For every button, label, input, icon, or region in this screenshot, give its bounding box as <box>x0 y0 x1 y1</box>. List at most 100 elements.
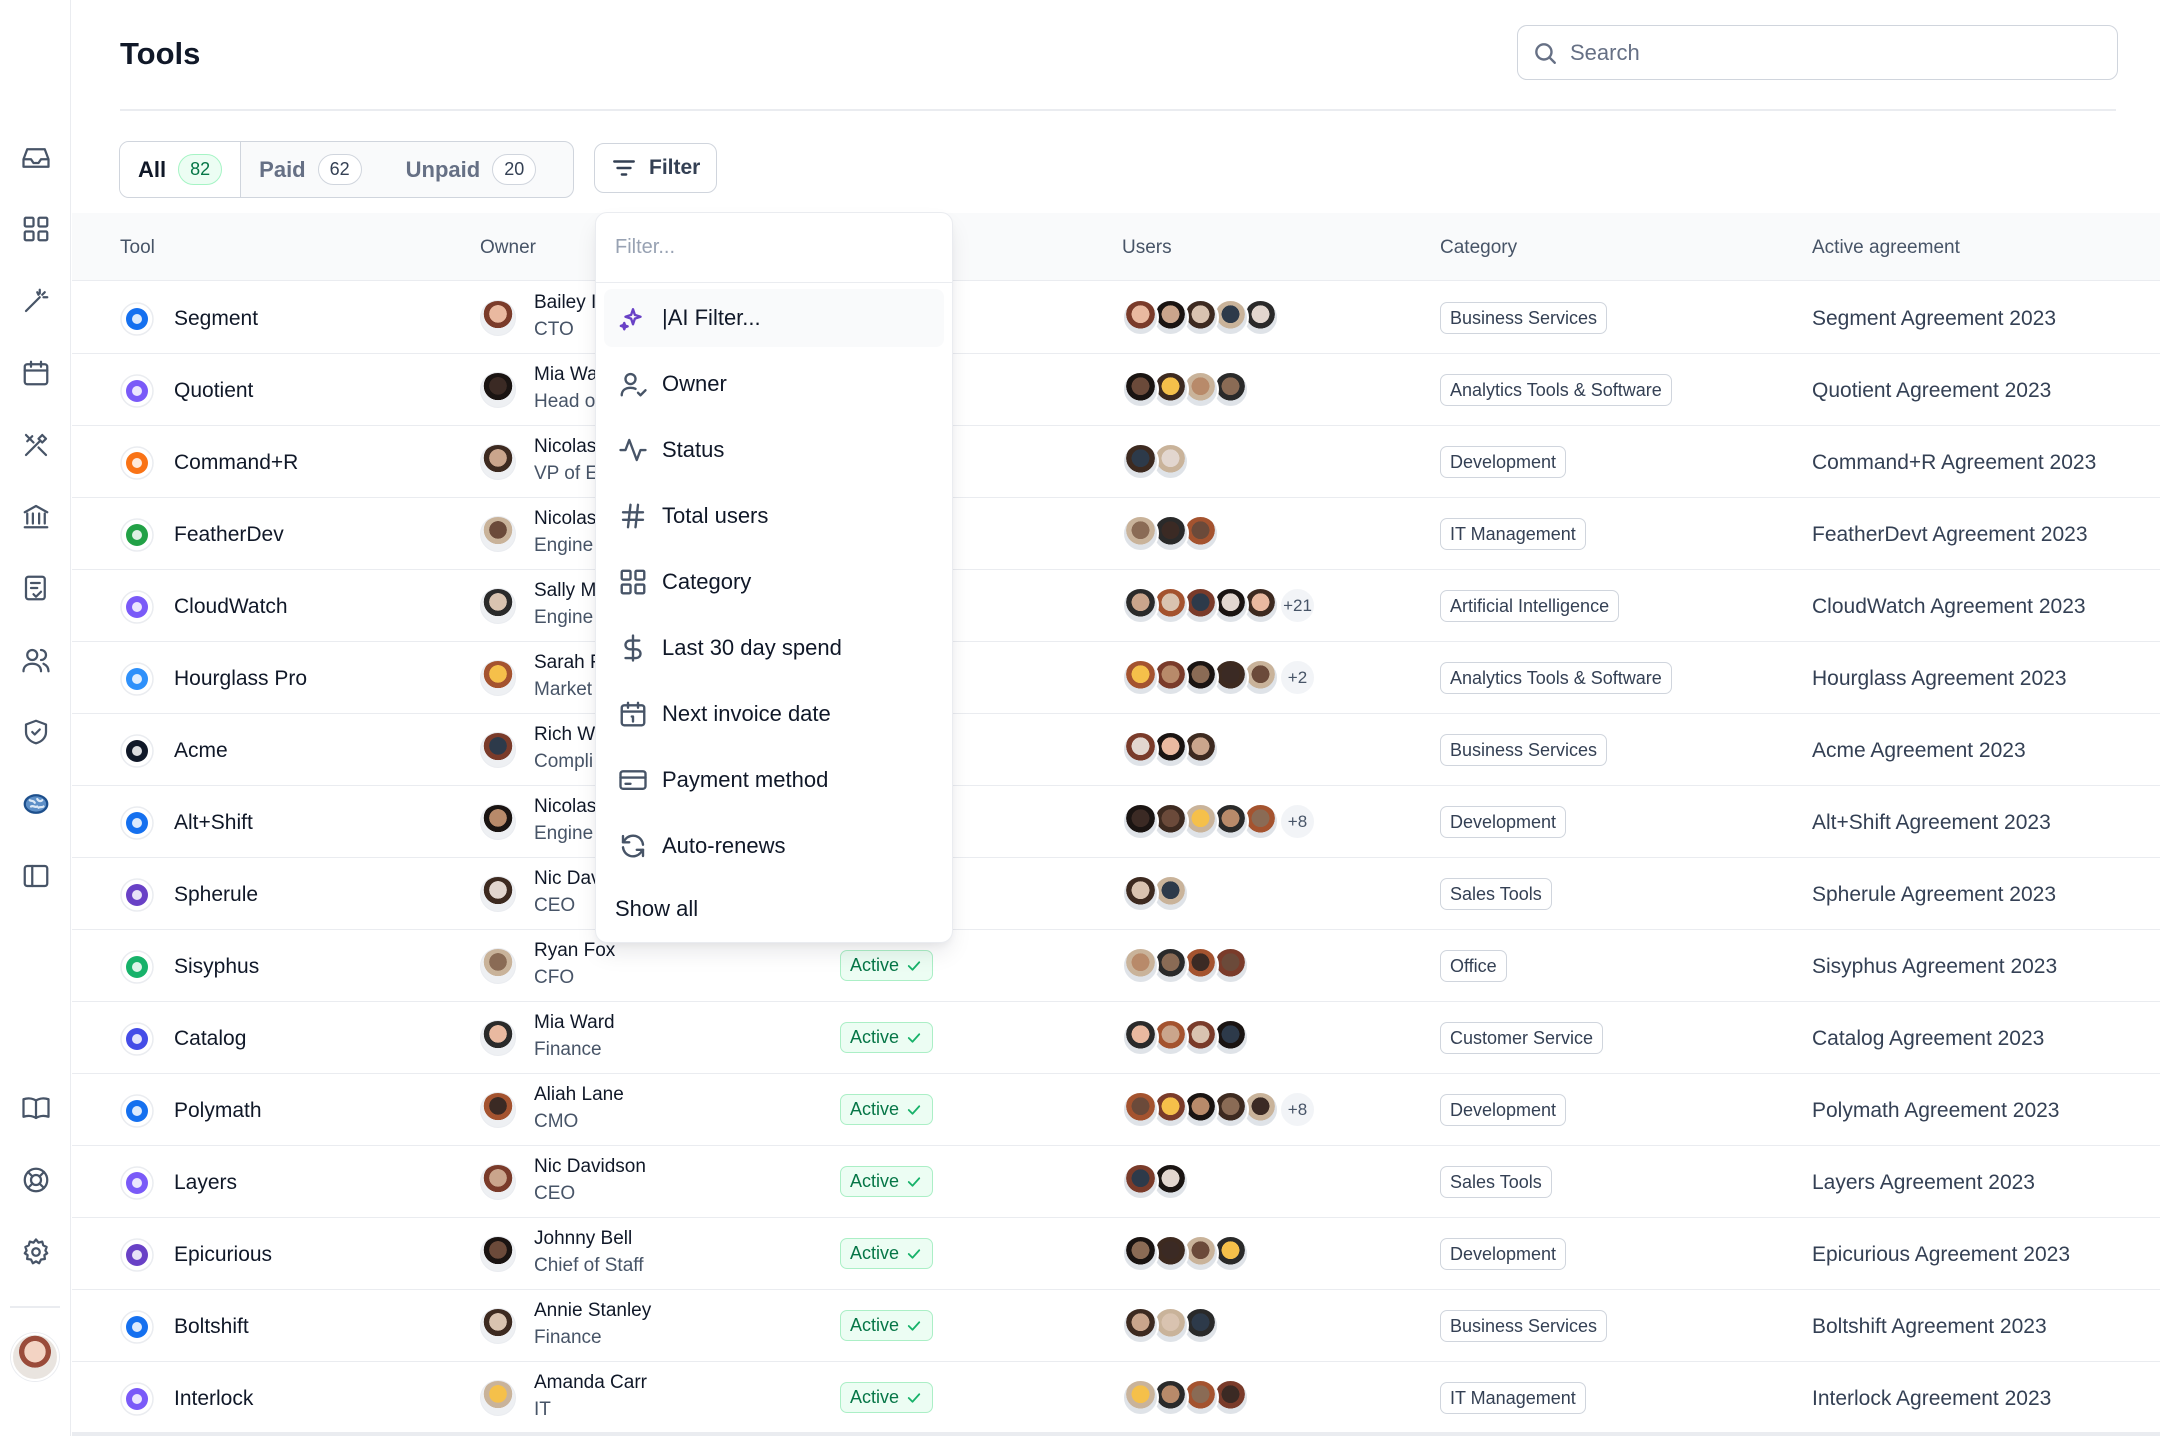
grid-icon[interactable] <box>20 213 52 245</box>
agreement-link[interactable]: Boltshift Agreement 2023 <box>1812 1315 2047 1339</box>
user-avatar-group[interactable] <box>1122 1163 1189 1201</box>
agreement-link[interactable]: Alt+Shift Agreement 2023 <box>1812 811 2051 835</box>
filter-option-invoice-date[interactable]: Next invoice date <box>604 685 944 743</box>
settings-icon[interactable] <box>20 1236 52 1268</box>
user-avatar-group[interactable]: +8 <box>1122 1091 1316 1129</box>
table-row[interactable]: Alt+Shift Nicolas Engine +8 Development Alt+S… <box>72 786 2160 858</box>
tool-name[interactable]: Hourglass Pro <box>174 667 307 691</box>
table-row[interactable]: Catalog Mia Ward Finance Active Customer Ser… <box>72 1002 2160 1074</box>
agreement-link[interactable]: Segment Agreement 2023 <box>1812 307 2056 331</box>
user-avatar-group[interactable] <box>1122 1379 1249 1417</box>
column-header-owner[interactable]: Owner <box>480 237 536 259</box>
filter-option-auto-renews[interactable]: Auto-renews <box>604 817 944 875</box>
agreement-link[interactable]: Quotient Agreement 2023 <box>1812 379 2051 403</box>
column-header-agreement[interactable]: Active agreement <box>1812 237 1960 259</box>
tab-paid[interactable]: Paid 62 <box>241 142 388 197</box>
brain-icon[interactable] <box>20 788 52 820</box>
table-row[interactable]: CloudWatch Sally M Engine +21 Artificial Int… <box>72 570 2160 642</box>
user-avatar[interactable] <box>11 1333 59 1381</box>
agreement-link[interactable]: Acme Agreement 2023 <box>1812 739 2026 763</box>
table-row[interactable]: Acme Rich W Compli Business Services Acme Ag… <box>72 714 2160 786</box>
tool-name[interactable]: Sisyphus <box>174 955 259 979</box>
agreement-link[interactable]: Polymath Agreement 2023 <box>1812 1099 2060 1123</box>
user-avatar-group[interactable]: +21 <box>1122 587 1316 625</box>
layout-sidebar-icon[interactable] <box>20 860 52 892</box>
filter-button[interactable]: Filter <box>594 143 718 193</box>
file-check-icon[interactable] <box>20 572 52 604</box>
agreement-link[interactable]: FeatherDevt Agreement 2023 <box>1812 523 2088 547</box>
user-avatar-group[interactable] <box>1122 443 1189 481</box>
user-avatar-group[interactable] <box>1122 1307 1219 1345</box>
tool-name[interactable]: Epicurious <box>174 1243 272 1267</box>
filter-option-payment-method[interactable]: Payment method <box>604 751 944 809</box>
tool-name[interactable]: Command+R <box>174 451 298 475</box>
filter-option-ai[interactable]: |AI Filter... <box>604 289 944 347</box>
show-all-link[interactable]: Show all <box>615 896 698 922</box>
tool-name[interactable]: Spherule <box>174 883 258 907</box>
tools-icon[interactable] <box>20 429 52 461</box>
table-row[interactable]: Hourglass Pro Sarah F Market +2 Analytics To… <box>72 642 2160 714</box>
book-icon[interactable] <box>20 1092 52 1124</box>
table-row[interactable]: FeatherDev Nicolas Engine IT Management Feat… <box>72 498 2160 570</box>
filter-option-status[interactable]: Status <box>604 421 944 479</box>
tool-name[interactable]: Acme <box>174 739 228 763</box>
table-row[interactable]: Boltshift Annie Stanley Finance Active Busin… <box>72 1290 2160 1362</box>
users-icon[interactable] <box>20 644 52 676</box>
search-input[interactable] <box>1570 39 2090 66</box>
user-avatar-group[interactable] <box>1122 875 1189 913</box>
tool-name[interactable]: Interlock <box>174 1387 253 1411</box>
agreement-link[interactable]: Hourglass Agreement 2023 <box>1812 667 2067 691</box>
agreement-link[interactable]: Epicurious Agreement 2023 <box>1812 1243 2070 1267</box>
agreement-link[interactable]: CloudWatch Agreement 2023 <box>1812 595 2086 619</box>
tool-name[interactable]: Catalog <box>174 1027 246 1051</box>
table-row[interactable]: Spherule Nic Dav CEO Sales Tools Spherule Ag… <box>72 858 2160 930</box>
user-avatar-group[interactable] <box>1122 515 1219 553</box>
agreement-link[interactable]: Spherule Agreement 2023 <box>1812 883 2056 907</box>
filter-option-category[interactable]: Category <box>604 553 944 611</box>
table-row[interactable]: Quotient Mia Wa Head o Analytics Tools & So… <box>72 354 2160 426</box>
user-avatar-group[interactable] <box>1122 1235 1249 1273</box>
agreement-link[interactable]: Sisyphus Agreement 2023 <box>1812 955 2057 979</box>
magic-wand-icon[interactable] <box>20 285 52 317</box>
tab-unpaid[interactable]: Unpaid 20 <box>388 142 555 197</box>
table-row[interactable]: Interlock Amanda Carr IT Active IT Managemen… <box>72 1362 2160 1434</box>
filter-option-spend[interactable]: Last 30 day spend <box>604 619 944 677</box>
tool-name[interactable]: Alt+Shift <box>174 811 253 835</box>
table-row[interactable]: Epicurious Johnny Bell Chief of Staff Activ… <box>72 1218 2160 1290</box>
table-row[interactable]: Polymath Aliah Lane CMO Active +8 Development… <box>72 1074 2160 1146</box>
agreement-link[interactable]: Command+R Agreement 2023 <box>1812 451 2096 475</box>
inbox-icon[interactable] <box>20 142 52 174</box>
filter-search-input[interactable] <box>615 236 915 259</box>
agreement-link[interactable]: Interlock Agreement 2023 <box>1812 1387 2051 1411</box>
table-row[interactable]: Segment Bailey I CTO Business Services Segme… <box>72 282 2160 354</box>
bank-icon[interactable] <box>20 500 52 532</box>
tab-all[interactable]: All 82 <box>120 142 242 197</box>
tool-name[interactable]: CloudWatch <box>174 595 288 619</box>
tool-name[interactable]: Polymath <box>174 1099 262 1123</box>
column-header-users[interactable]: Users <box>1122 237 1172 259</box>
filter-option-total-users[interactable]: Total users <box>604 487 944 545</box>
user-avatar-group[interactable] <box>1122 947 1249 985</box>
tool-name[interactable]: Segment <box>174 307 258 331</box>
tool-name[interactable]: Quotient <box>174 379 253 403</box>
tool-name[interactable]: Layers <box>174 1171 237 1195</box>
user-avatar-group[interactable] <box>1122 1019 1249 1057</box>
user-avatar-group[interactable]: +2 <box>1122 659 1316 697</box>
user-avatar-group[interactable] <box>1122 371 1249 409</box>
table-row[interactable]: Sisyphus Ryan Fox CFO Active Office Sisyphus … <box>72 930 2160 1002</box>
filter-option-owner[interactable]: Owner <box>604 355 944 413</box>
user-avatar-group[interactable]: +8 <box>1122 803 1316 841</box>
agreement-link[interactable]: Layers Agreement 2023 <box>1812 1171 2035 1195</box>
column-header-tool[interactable]: Tool <box>120 237 155 259</box>
calendar-icon[interactable] <box>20 357 52 389</box>
tool-name[interactable]: Boltshift <box>174 1315 249 1339</box>
shield-check-icon[interactable] <box>20 716 52 748</box>
table-row[interactable]: Command+R Nicolas VP of E Development Comman… <box>72 426 2160 498</box>
search-box[interactable] <box>1517 25 2118 80</box>
life-buoy-icon[interactable] <box>20 1164 52 1196</box>
table-row[interactable]: Layers Nic Davidson CEO Active Sales Tools La… <box>72 1146 2160 1218</box>
column-header-category[interactable]: Category <box>1440 237 1517 259</box>
user-avatar-group[interactable] <box>1122 299 1279 337</box>
agreement-link[interactable]: Catalog Agreement 2023 <box>1812 1027 2044 1051</box>
user-avatar-group[interactable] <box>1122 731 1219 769</box>
